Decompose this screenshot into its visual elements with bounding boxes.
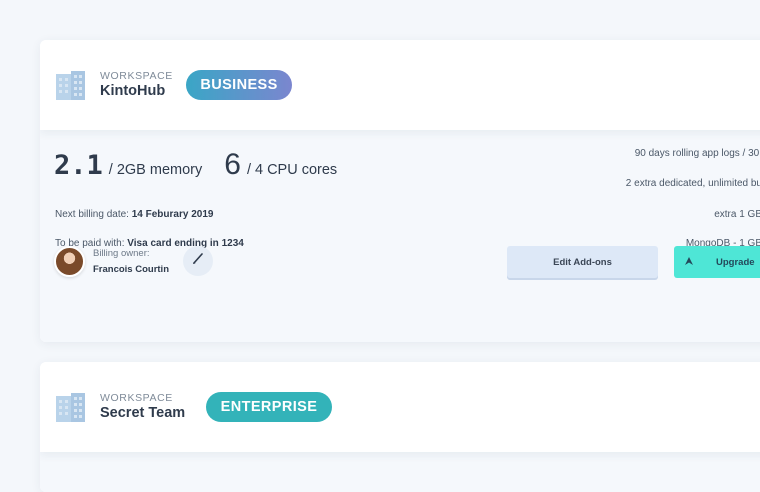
workspace-details: 2.1 / 2GB memory 6 / 4 CPU cores Next bi… [40,130,760,342]
addon-item: extra 1 GB [714,209,760,220]
workspace-label: WORKSPACE [100,70,173,82]
next-billing-label: Next billing date: [55,209,129,220]
upgrade-arrow-icon [684,256,694,269]
memory-used: 2.1 [54,150,103,181]
avatar [54,246,85,277]
next-billing-value: 14 Feburary 2019 [131,209,214,220]
addon-item: 90 days rolling app logs / 30, [634,148,760,159]
workspace-card: WORKSPACE KintoHub BUSINESS 2.1 / 2GB me… [40,40,760,342]
workspace-building-icon [56,71,85,100]
workspace-name: Secret Team [100,405,186,421]
plan-badge: ENTERPRISE [206,392,332,422]
next-billing-date: Next billing date: 14 Feburary 2019 [55,209,213,220]
workspace-name: KintoHub [100,83,166,99]
cpu-limit: / 4 CPU cores [246,162,338,178]
workspace-label: WORKSPACE [100,392,173,404]
edit-addons-button[interactable]: Edit Add-ons [507,246,658,278]
workspace-card: WORKSPACE Secret Team ENTERPRISE [40,362,760,492]
workspace-header[interactable]: WORKSPACE Secret Team ENTERPRISE [40,362,760,452]
workspace-building-icon [56,393,85,422]
billing-owner-label: Billing owner: [93,248,150,259]
addon-item: 2 extra dedicated, unlimited bu [625,178,760,189]
upgrade-label: Upgrade [716,256,755,268]
workspace-details [40,452,760,492]
workspace-header[interactable]: WORKSPACE KintoHub BUSINESS [40,40,760,130]
cpu-used: 6 [224,148,241,181]
billing-owner-name: Francois Courtin [93,264,170,275]
plan-badge: BUSINESS [186,70,292,100]
pen-icon [191,252,205,271]
memory-limit: / 2GB memory [108,162,203,178]
usage-summary: 2.1 / 2GB memory 6 / 4 CPU cores [54,148,337,182]
edit-billing-owner-button[interactable] [183,246,213,276]
upgrade-button[interactable]: Upgrade [674,246,760,278]
